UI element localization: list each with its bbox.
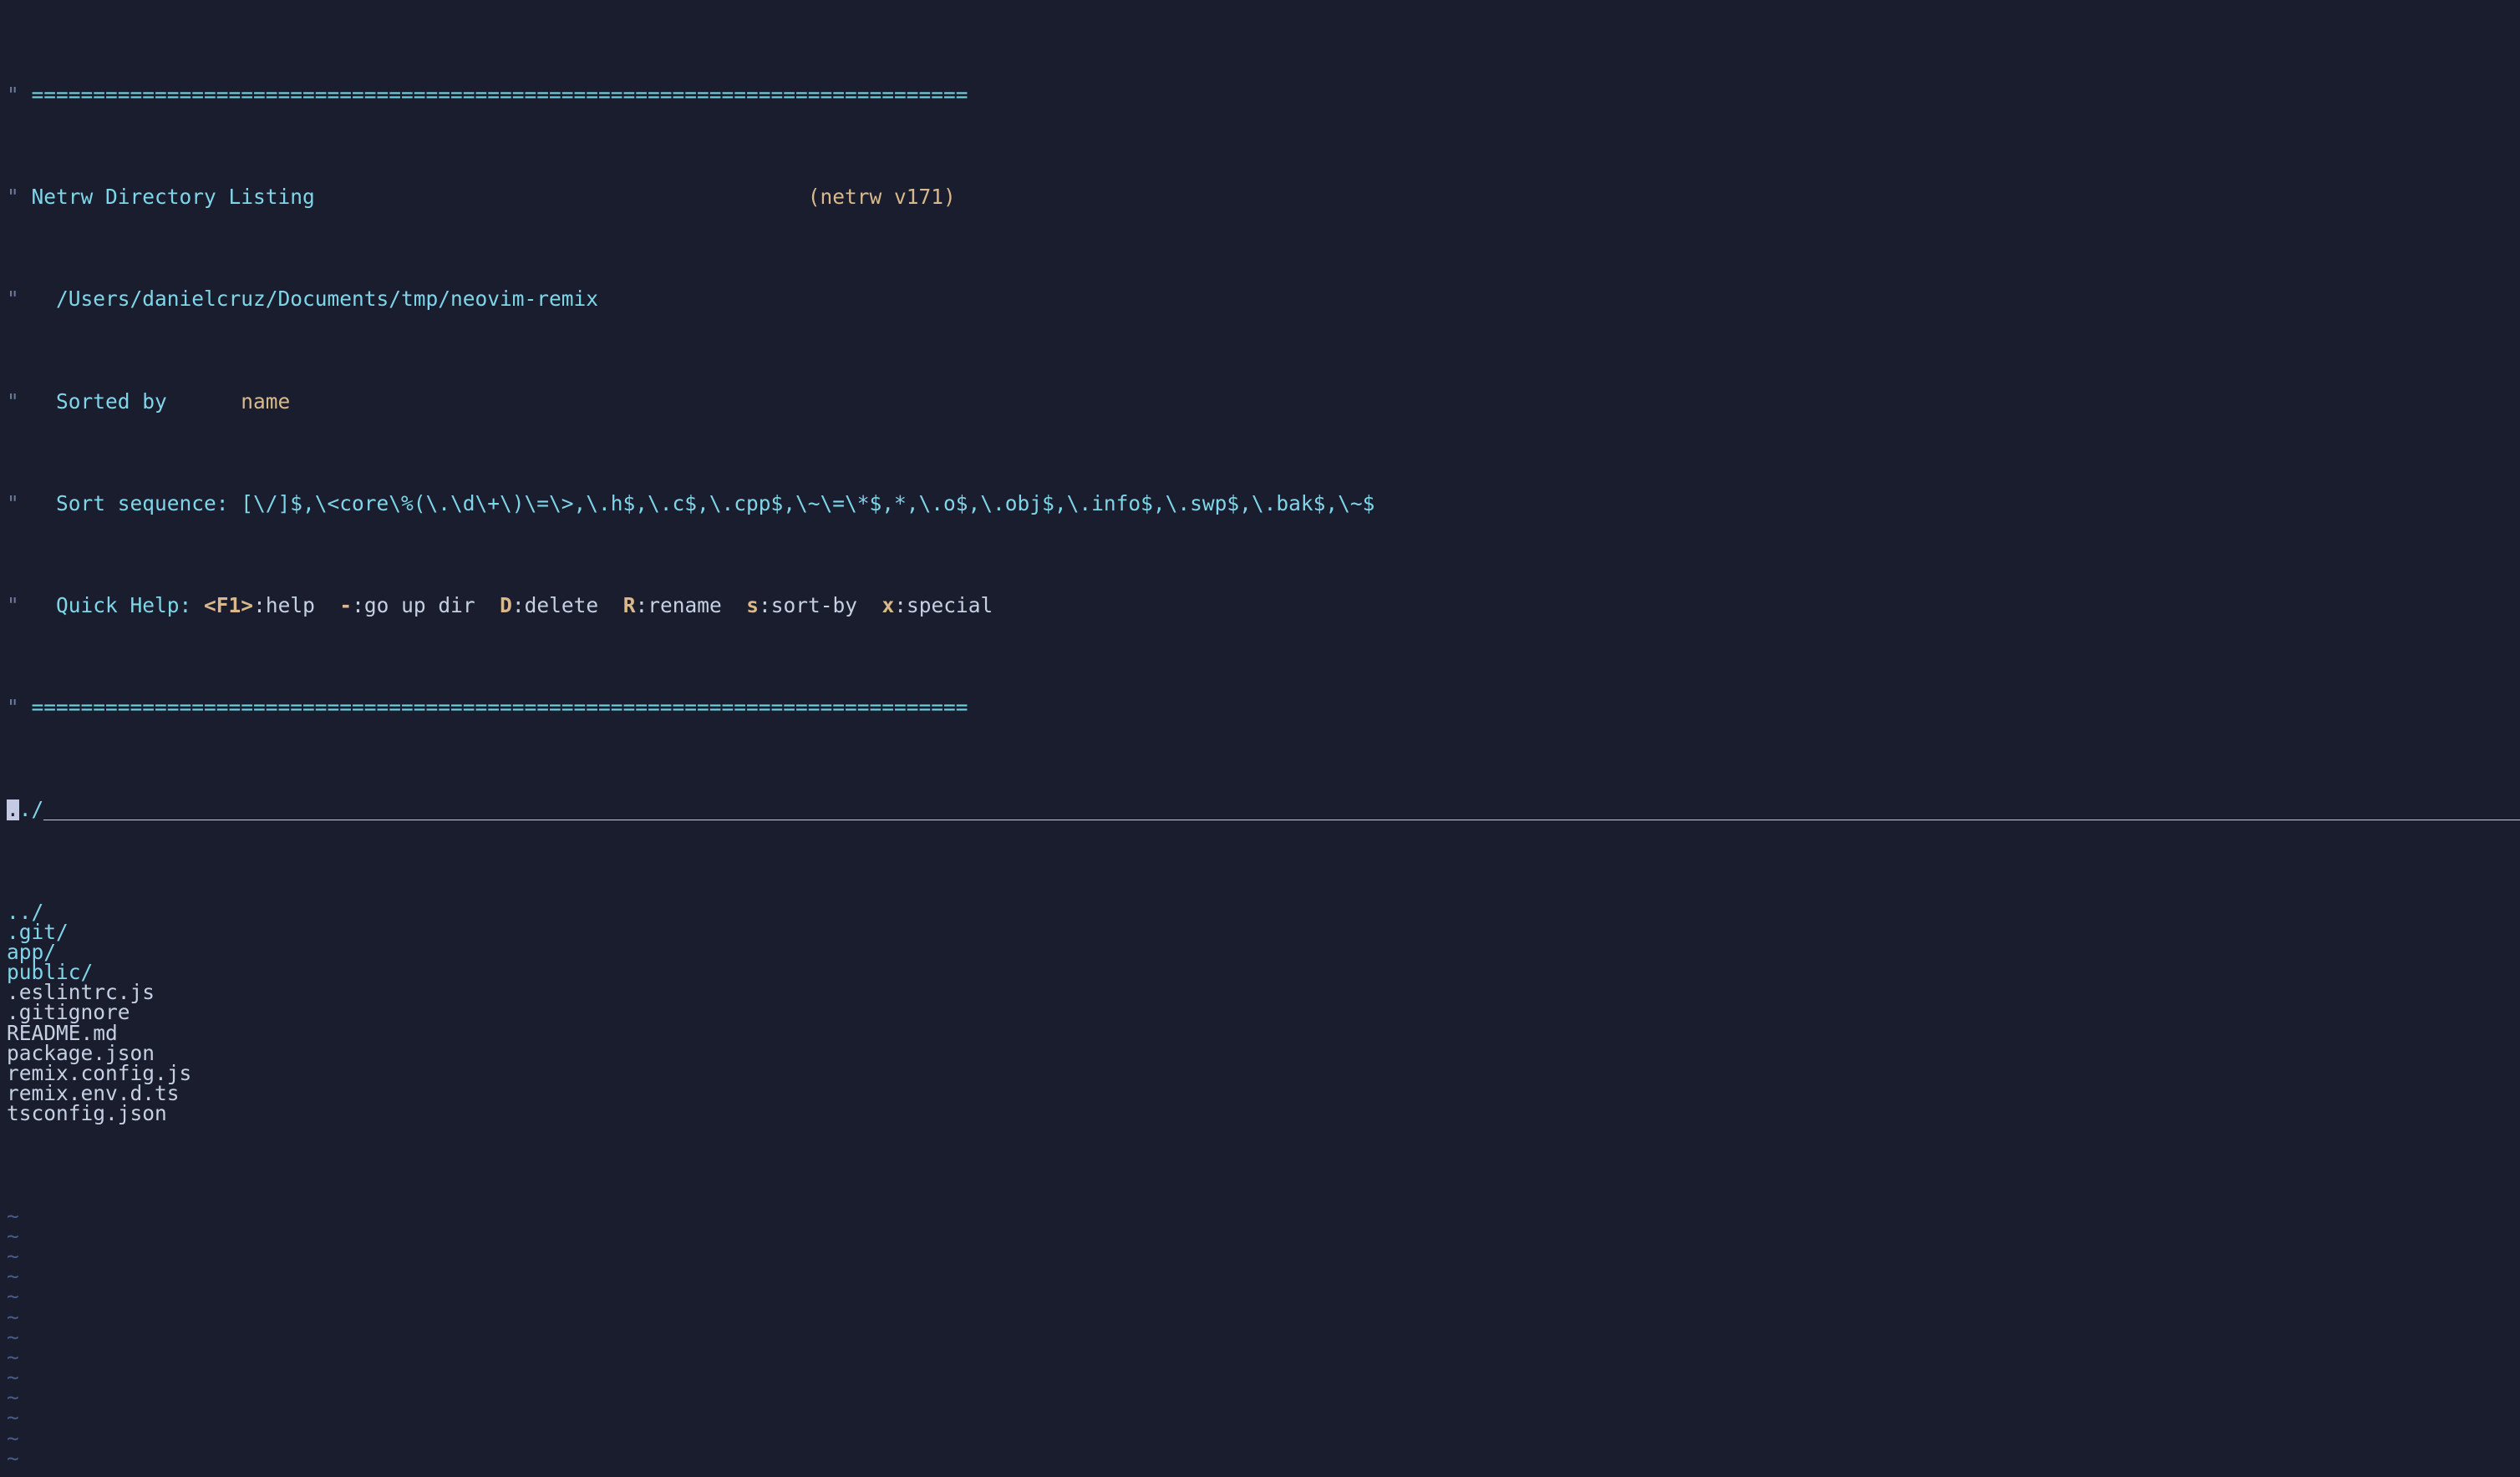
list-item[interactable]: package.json bbox=[7, 1043, 2520, 1063]
empty-lines: ~~~~~~~~~~~~~~ bbox=[7, 1206, 2520, 1477]
list-item[interactable]: README.md bbox=[7, 1023, 2520, 1043]
directory-listing: ../.git/app/public/.eslintrc.js.gitignor… bbox=[7, 902, 2520, 1124]
empty-line-tilde: ~ bbox=[7, 1287, 2520, 1307]
empty-line-tilde: ~ bbox=[7, 1449, 2520, 1469]
list-item[interactable]: tsconfig.json bbox=[7, 1104, 2520, 1124]
header-sortseq-row: " Sort sequence: [\/]$,\<core\%(\.\d\+\)… bbox=[7, 494, 2520, 514]
list-item[interactable]: public/ bbox=[7, 962, 2520, 982]
header-separator-bottom: " ======================================… bbox=[7, 698, 2520, 718]
header-quickhelp-row: " Quick Help: <F1>:help -:go up dir D:de… bbox=[7, 596, 2520, 616]
cursor-line-underline bbox=[43, 799, 2520, 820]
empty-line-tilde: ~ bbox=[7, 1429, 2520, 1449]
list-item[interactable]: remix.config.js bbox=[7, 1063, 2520, 1084]
empty-line-tilde: ~ bbox=[7, 1206, 2520, 1226]
empty-line-tilde: ~ bbox=[7, 1246, 2520, 1266]
header-title-row: " Netrw Directory Listing (netrw v171) bbox=[7, 187, 2520, 207]
empty-line-tilde: ~ bbox=[7, 1307, 2520, 1327]
list-item[interactable]: .eslintrc.js bbox=[7, 982, 2520, 1002]
list-item[interactable]: .git/ bbox=[7, 922, 2520, 942]
header-separator-top: " ======================================… bbox=[7, 85, 2520, 105]
empty-line-tilde: ~ bbox=[7, 1327, 2520, 1348]
list-item[interactable]: ../ bbox=[7, 902, 2520, 922]
empty-line-tilde: ~ bbox=[7, 1266, 2520, 1287]
netrw-buffer[interactable]: " ======================================… bbox=[0, 0, 2520, 1477]
empty-line-tilde: ~ bbox=[7, 1348, 2520, 1368]
cursor-line[interactable]: ../ bbox=[7, 799, 2520, 820]
empty-line-tilde: ~ bbox=[7, 1408, 2520, 1428]
cursor-cell: . bbox=[7, 799, 19, 820]
list-item[interactable]: app/ bbox=[7, 942, 2520, 962]
cursor-line-text: ./ bbox=[19, 799, 44, 820]
list-item[interactable]: remix.env.d.ts bbox=[7, 1084, 2520, 1104]
list-item[interactable]: .gitignore bbox=[7, 1002, 2520, 1023]
header-sorted-row: " Sorted by name bbox=[7, 392, 2520, 412]
empty-line-tilde: ~ bbox=[7, 1226, 2520, 1246]
header-path-row: " /Users/danielcruz/Documents/tmp/neovim… bbox=[7, 289, 2520, 309]
editor-screen: " ======================================… bbox=[0, 0, 2520, 1477]
empty-line-tilde: ~ bbox=[7, 1469, 2520, 1477]
empty-line-tilde: ~ bbox=[7, 1388, 2520, 1408]
empty-line-tilde: ~ bbox=[7, 1368, 2520, 1388]
